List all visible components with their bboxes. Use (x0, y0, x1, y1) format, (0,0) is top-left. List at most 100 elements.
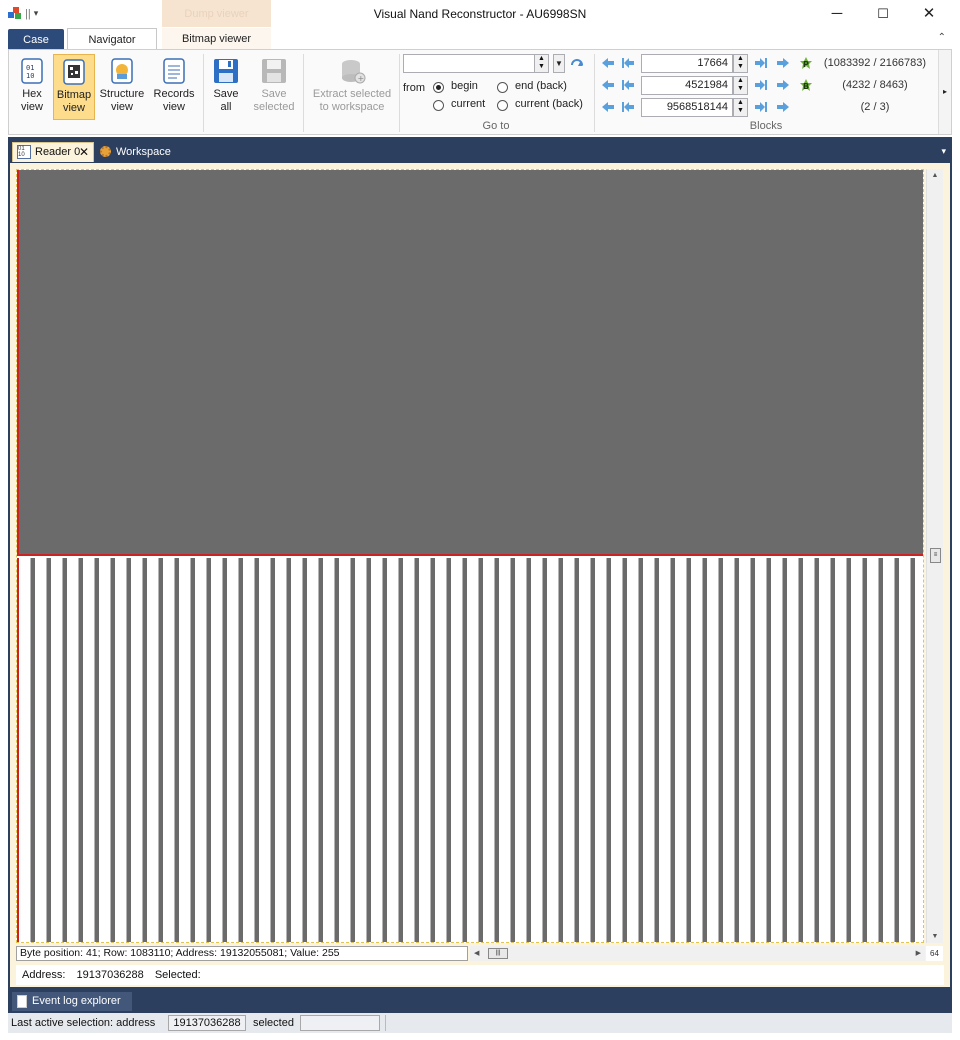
scroll-up-icon[interactable]: ▲ (927, 172, 943, 179)
records-view-button[interactable]: Records view (151, 54, 197, 120)
tab-case[interactable]: Case (8, 29, 64, 50)
document-icon (17, 995, 27, 1008)
hex-view-button[interactable]: 01 10 Hex view (13, 54, 51, 120)
horizontal-scrollbar[interactable]: ◀ ||| ▶ (470, 946, 925, 961)
goto-group-label: Go to (482, 120, 510, 132)
block-next-icon[interactable] (776, 101, 790, 113)
goto-input[interactable] (403, 54, 537, 73)
scroll-right-icon[interactable]: ▶ (916, 946, 921, 961)
status-selected-value (300, 1015, 380, 1031)
radio-begin[interactable] (433, 82, 444, 93)
status-address-value: 19137036288 (168, 1015, 246, 1031)
scroll-down-icon[interactable]: ▼ (927, 933, 943, 940)
ribbon-separator (203, 54, 204, 132)
zoom-value: 64 (926, 946, 943, 961)
ribbon-separator (399, 54, 400, 132)
floppy-disk-disabled-icon (259, 56, 289, 86)
block-prev-icon[interactable] (601, 79, 615, 91)
block-value-input[interactable]: 4521984 (641, 76, 733, 95)
block-value-input[interactable]: 9568518144 (641, 98, 733, 117)
address-row: Address: 19137036288 Selected: (16, 965, 944, 985)
bitmap-view-button[interactable]: Bitmap view (53, 54, 95, 120)
radio-current-back[interactable] (497, 100, 508, 111)
extract-selected-button[interactable]: + Extract selected to workspace (309, 54, 395, 120)
maximize-button[interactable]: ☐ (860, 0, 906, 28)
extract-selected-label: Extract selected to workspace (312, 88, 392, 113)
ribbon-separator (303, 54, 304, 132)
bitmap-canvas[interactable] (16, 169, 924, 943)
structure-view-button[interactable]: Structure view (97, 54, 147, 120)
block-value-spinner[interactable]: ▲ ▼ (733, 98, 748, 117)
block-value-spinner[interactable]: ▲ ▼ (733, 76, 748, 95)
hex-scroll-icon: 01 10 (17, 56, 47, 86)
minimize-button[interactable]: ─ (814, 0, 860, 28)
ribbon-separator (594, 54, 595, 132)
save-all-button[interactable]: Save all (207, 54, 245, 120)
structure-scroll-icon (107, 56, 137, 86)
event-log-explorer-tab[interactable]: Event log explorer (12, 992, 132, 1011)
svg-text:P: P (803, 60, 809, 69)
save-all-label: Save all (213, 88, 239, 113)
block-value-input[interactable]: 17664 (641, 54, 733, 73)
tab-reader-label: Reader 0 (35, 146, 81, 158)
tab-workspace[interactable]: Workspace (100, 142, 171, 162)
save-selected-button[interactable]: Save selected (251, 54, 297, 120)
block-range-label: (4232 / 8463) (842, 79, 908, 91)
bitmap-striped-region (17, 558, 923, 942)
ribbon-tab-row: Case Navigator Bitmap viewer ⌃ (0, 28, 960, 50)
records-view-label: Records view (153, 88, 195, 113)
block-first-icon[interactable] (621, 79, 635, 91)
block-first-icon[interactable] (621, 57, 635, 69)
block-last-icon[interactable] (754, 57, 768, 69)
status-bar: Last active selection: address 191370362… (8, 1013, 952, 1033)
radio-end-back[interactable] (497, 82, 508, 93)
tab-navigator[interactable]: Navigator (67, 28, 157, 50)
radio-current-label: current (451, 98, 486, 110)
close-button[interactable]: ✕ (906, 0, 952, 28)
vertical-scroll-thumb[interactable]: ≡ (930, 548, 941, 563)
radio-current[interactable] (433, 100, 444, 111)
ribbon-panel: 01 10 Hex view Bitmap view Structure view… (8, 49, 952, 135)
tab-bitmap-viewer[interactable]: Bitmap viewer (162, 28, 271, 50)
ribbon-more-icon[interactable]: ▸ (938, 50, 951, 134)
block-value-spinner[interactable]: ▲ ▼ (733, 54, 748, 73)
ribbon-collapse-icon[interactable]: ⌃ (938, 32, 946, 43)
svg-text:B: B (803, 82, 809, 91)
tab-workspace-label: Workspace (116, 146, 171, 158)
radio-begin-label: begin (451, 80, 478, 92)
block-first-icon[interactable] (621, 101, 635, 113)
scroll-left-icon[interactable]: ◀ (474, 946, 479, 961)
svg-text:+: + (358, 74, 365, 83)
svg-text:10: 10 (26, 72, 34, 80)
horizontal-scroll-thumb[interactable]: ||| (488, 948, 508, 959)
block-prev-icon[interactable] (601, 57, 615, 69)
block-next-icon[interactable] (776, 79, 790, 91)
block-jump-p-icon[interactable]: P (799, 56, 813, 70)
goto-from-label: from (403, 82, 425, 94)
document-tabs: 01 10 Reader 0 ✕ Workspace ▾ (8, 137, 952, 163)
goto-refresh-icon[interactable] (569, 56, 585, 72)
title-bar: || ▾ Dump viewer Visual Nand Reconstruct… (0, 0, 960, 28)
status-selected-label: selected (253, 1017, 294, 1029)
gear-icon (100, 146, 111, 157)
close-tab-icon[interactable]: ✕ (79, 143, 89, 161)
reader-frame: ▲ ≡ ▼ Byte position: 41; Row: 1083110; A… (10, 163, 950, 987)
dock-menu-icon[interactable]: ▾ (941, 146, 946, 157)
goto-dropdown-icon[interactable]: ▼ (553, 54, 565, 73)
block-prev-icon[interactable] (601, 101, 615, 113)
block-next-icon[interactable] (776, 57, 790, 69)
block-last-icon[interactable] (754, 79, 768, 91)
svg-text:01: 01 (26, 64, 34, 72)
bitmap-view-label: Bitmap view (56, 89, 92, 114)
hex-view-label: Hex view (20, 88, 43, 113)
hex-document-icon: 01 10 (17, 145, 31, 159)
tab-reader-0[interactable]: 01 10 Reader 0 ✕ (12, 142, 94, 162)
floppy-disk-icon (211, 56, 241, 86)
vertical-scrollbar[interactable]: ▲ ≡ ▼ (926, 169, 943, 943)
goto-spinner[interactable]: ▲ ▼ (534, 54, 549, 73)
bitmap-filled-region (17, 170, 923, 556)
block-jump-b-icon[interactable]: B (799, 78, 813, 92)
block-last-icon[interactable] (754, 101, 768, 113)
blocks-group-label: Blocks (749, 120, 783, 132)
block-range-label: (1083392 / 2166783) (823, 57, 927, 69)
